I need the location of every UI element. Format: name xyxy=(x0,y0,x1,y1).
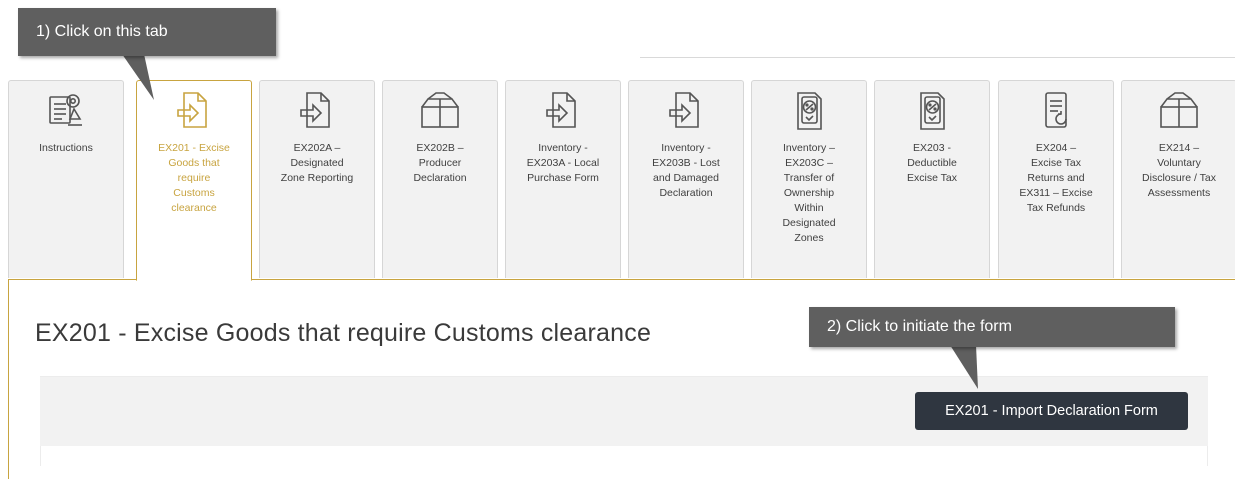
tab-ex204[interactable]: EX204 – Excise Tax Returns and EX311 – E… xyxy=(998,80,1114,278)
document-import-icon xyxy=(633,89,739,139)
tab-ex203c[interactable]: Inventory – EX203C – Transfer of Ownersh… xyxy=(751,80,867,278)
tab-label: EX202B – Producer Declaration xyxy=(413,142,467,184)
step1-callout-arrow xyxy=(122,54,154,100)
tab-label: EX203 - Deductible Excise Tax xyxy=(907,142,957,184)
box-icon xyxy=(387,89,493,139)
refund-document-icon xyxy=(1003,89,1109,139)
step2-callout: 2) Click to initiate the form xyxy=(809,307,1175,347)
tab-instructions[interactable]: Instructions xyxy=(8,80,124,278)
step2-callout-arrow xyxy=(950,345,978,389)
tab-ex203[interactable]: EX203 - Deductible Excise Tax xyxy=(874,80,990,278)
tab-ex202b[interactable]: EX202B – Producer Declaration xyxy=(382,80,498,278)
tab-bar: Instructions EX201 - Excise Goods that r… xyxy=(8,80,1235,281)
percent-document-icon xyxy=(879,89,985,139)
tab-ex201[interactable]: EX201 - Excise Goods that require Custom… xyxy=(136,80,252,281)
box-icon xyxy=(1126,89,1232,139)
step1-callout: 1) Click on this tab xyxy=(18,8,276,56)
document-import-icon xyxy=(264,89,370,139)
tab-label: EX202A – Designated Zone Reporting xyxy=(280,142,354,184)
percent-document-icon xyxy=(756,89,862,139)
tab-ex214[interactable]: EX214 – Voluntary Disclosure / Tax Asses… xyxy=(1121,80,1235,278)
tab-label: Inventory - EX203A - Local Purchase Form xyxy=(526,142,600,184)
tab-label: EX201 - Excise Goods that require Custom… xyxy=(158,142,230,214)
tab-ex203b[interactable]: Inventory - EX203B - Lost and Damaged De… xyxy=(628,80,744,278)
header-divider xyxy=(640,57,1235,58)
form-panel-body xyxy=(40,446,1208,466)
document-import-icon xyxy=(510,89,616,139)
tab-ex202a[interactable]: EX202A – Designated Zone Reporting xyxy=(259,80,375,278)
tab-label: Instructions xyxy=(39,142,93,154)
tab-ex203a[interactable]: Inventory - EX203A - Local Purchase Form xyxy=(505,80,621,278)
page-title: EX201 - Excise Goods that require Custom… xyxy=(35,319,652,347)
import-declaration-form-button[interactable]: EX201 - Import Declaration Form xyxy=(915,392,1188,430)
tab-label: EX214 – Voluntary Disclosure / Tax Asses… xyxy=(1142,142,1216,199)
instructions-icon xyxy=(13,89,119,139)
tab-label: Inventory - EX203B - Lost and Damaged De… xyxy=(652,142,720,199)
tab-label: EX204 – Excise Tax Returns and EX311 – E… xyxy=(1019,142,1093,214)
tab-label: Inventory – EX203C – Transfer of Ownersh… xyxy=(782,142,836,244)
